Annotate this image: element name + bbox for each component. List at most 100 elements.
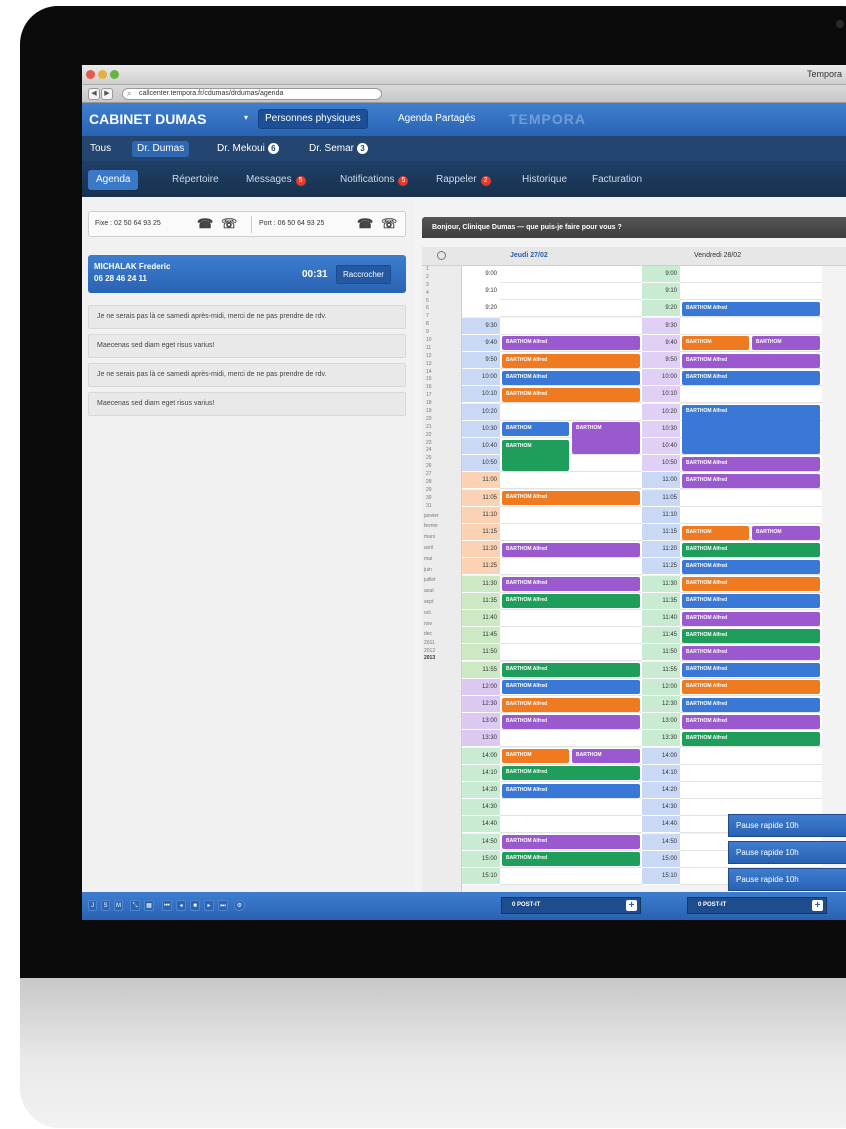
mini-day[interactable]: 1 xyxy=(422,266,461,274)
tab-facturation[interactable]: Facturation xyxy=(588,170,646,190)
time-slot[interactable] xyxy=(500,524,642,541)
appointment-block[interactable]: BARTHOM Alfred xyxy=(502,766,640,781)
prev-icon[interactable]: ◂ xyxy=(176,900,186,911)
mini-day[interactable]: 7 xyxy=(422,313,461,321)
appointment-block[interactable]: BARTHOM Alfred xyxy=(502,336,640,351)
postit-button-day1[interactable]: 0 POST-IT + xyxy=(501,897,641,914)
appointment-block[interactable]: BARTHOM Alfred xyxy=(502,542,640,557)
appointment-block[interactable]: BARTHOM Alfred xyxy=(502,353,640,368)
tab-agenda-partages[interactable]: Agenda Partagés xyxy=(394,109,479,129)
appointment-block[interactable]: BARTHOM Alfred xyxy=(502,852,640,867)
postit-button-day2[interactable]: 0 POST-IT + xyxy=(687,897,827,914)
appointment-block[interactable]: BARTHOM xyxy=(752,525,820,540)
appointment-block[interactable]: BARTHOM Alfred xyxy=(682,473,820,489)
mini-month[interactable]: aout xyxy=(422,586,461,597)
day-header-friday[interactable]: Vendredi 28/02 xyxy=(694,252,741,259)
appointment-block[interactable]: BARTHOM Alfred xyxy=(682,559,820,575)
tab-repertoire[interactable]: Répertoire xyxy=(168,170,223,190)
mini-month[interactable]: dec xyxy=(422,629,461,640)
mini-month[interactable]: mars xyxy=(422,532,461,543)
appointment-block[interactable]: BARTHOM Alfred xyxy=(502,491,640,506)
appointment-block[interactable]: BARTHOM Alfred xyxy=(682,542,820,557)
mini-day[interactable]: 9 xyxy=(422,329,461,337)
appointment-block[interactable]: BARTHOM Alfred xyxy=(682,301,820,317)
mini-day[interactable]: 2 xyxy=(422,274,461,282)
time-slot[interactable] xyxy=(680,489,822,507)
appointment-block[interactable]: BARTHOM Alfred xyxy=(502,577,640,592)
mini-month[interactable]: fevrier xyxy=(422,521,461,532)
time-slot[interactable] xyxy=(500,472,642,490)
view-day-button[interactable]: J xyxy=(88,900,97,911)
mini-month[interactable]: oct. xyxy=(422,608,461,619)
note-item[interactable]: Maecenas sed diam eget risus varius! xyxy=(88,334,406,358)
time-slot[interactable] xyxy=(500,799,642,817)
mini-day[interactable]: 12 xyxy=(422,353,461,361)
last-page-icon[interactable]: ⏭ xyxy=(218,900,228,911)
appointment-block[interactable]: BARTHOM xyxy=(682,525,749,540)
appointment-block[interactable]: BARTHOM Alfred xyxy=(502,714,640,729)
appointment-block[interactable]: BARTHOM Alfred xyxy=(502,835,640,850)
time-slot[interactable] xyxy=(500,558,642,576)
time-slot[interactable] xyxy=(680,506,822,524)
appointment-block[interactable]: BARTHOM xyxy=(502,749,569,764)
settings-icon[interactable]: ⚙ xyxy=(234,900,245,911)
first-page-icon[interactable]: ⏮ xyxy=(162,900,172,911)
forward-arrow-icon[interactable]: ▶ xyxy=(101,88,113,100)
pause-block[interactable]: Pause rapide 10h× xyxy=(728,841,846,865)
mini-day[interactable]: 21 xyxy=(422,424,461,432)
appointment-block[interactable]: BARTHOM Alfred xyxy=(682,353,820,368)
view-month-button[interactable]: M xyxy=(114,900,123,911)
mini-month[interactable]: janvier xyxy=(422,511,461,522)
minimize-window-icon[interactable] xyxy=(98,70,107,79)
appointment-block[interactable]: BARTHOM Alfred xyxy=(502,783,640,798)
mini-month[interactable]: juillet xyxy=(422,575,461,586)
mini-month[interactable]: juin xyxy=(422,565,461,576)
back-arrow-icon[interactable]: ◀ xyxy=(88,88,100,100)
add-icon[interactable]: + xyxy=(812,900,823,911)
mini-day[interactable]: 23 xyxy=(422,440,461,448)
mini-day[interactable]: 13 xyxy=(422,361,461,369)
mini-day[interactable]: 8 xyxy=(422,321,461,329)
appointment-block[interactable]: BARTHOM Alfred xyxy=(682,370,820,385)
appointment-block[interactable]: BARTHOM Alfred xyxy=(682,577,820,592)
time-slot[interactable] xyxy=(500,730,642,748)
mini-day[interactable]: 30 xyxy=(422,495,461,503)
appointment-block[interactable]: BARTHOM Alfred xyxy=(682,680,820,695)
mini-year[interactable]: 2012 xyxy=(422,648,461,656)
mini-day[interactable]: 31 xyxy=(422,503,461,511)
mini-year[interactable]: 2011 xyxy=(422,640,461,648)
mini-day[interactable]: 19 xyxy=(422,408,461,416)
time-slot[interactable] xyxy=(680,782,822,799)
time-slot[interactable] xyxy=(500,644,642,662)
appointment-block[interactable]: BARTHOM Alfred xyxy=(502,370,640,385)
mini-month[interactable]: sept xyxy=(422,597,461,608)
grid-icon[interactable]: ▦ xyxy=(144,900,154,911)
time-slot[interactable] xyxy=(500,283,642,301)
mini-month[interactable]: nov xyxy=(422,619,461,630)
tab-agenda[interactable]: Agenda xyxy=(88,170,139,190)
mini-day[interactable]: 16 xyxy=(422,384,461,392)
appointment-block[interactable]: BARTHOM Alfred xyxy=(682,645,820,661)
tab-rappeler[interactable]: Rappeler 2 xyxy=(432,170,495,190)
tab-historique[interactable]: Historique xyxy=(518,170,571,190)
time-slot[interactable] xyxy=(680,266,822,283)
appointment-block[interactable]: BARTHOM xyxy=(572,422,640,454)
time-slot[interactable] xyxy=(680,283,822,301)
time-slot[interactable] xyxy=(500,627,642,645)
time-slot[interactable] xyxy=(500,506,642,524)
appointment-block[interactable]: BARTHOM Alfred xyxy=(682,714,820,729)
tab-personnes-physiques[interactable]: Personnes physiques xyxy=(258,109,368,129)
note-item[interactable]: Je ne serais pas là ce samedi après-midi… xyxy=(88,363,406,387)
appointment-block[interactable]: BARTHOM xyxy=(682,336,749,351)
time-slot[interactable] xyxy=(680,764,822,782)
appointment-block[interactable]: BARTHOM Alfred xyxy=(682,456,820,471)
appointment-block[interactable]: BARTHOM Alfred xyxy=(502,697,640,712)
appointment-block[interactable]: BARTHOM xyxy=(502,439,569,471)
url-field[interactable]: ⌕ callcenter.tempora.fr/cdumas/drdumas/a… xyxy=(122,88,382,100)
mini-day[interactable]: 26 xyxy=(422,463,461,471)
doctor-mekoui[interactable]: Dr. Mekoui 6 xyxy=(212,141,284,157)
time-slot[interactable] xyxy=(680,386,822,404)
doctor-all[interactable]: Tous xyxy=(85,141,116,157)
time-slot[interactable] xyxy=(500,300,642,318)
time-slot[interactable] xyxy=(500,868,642,885)
